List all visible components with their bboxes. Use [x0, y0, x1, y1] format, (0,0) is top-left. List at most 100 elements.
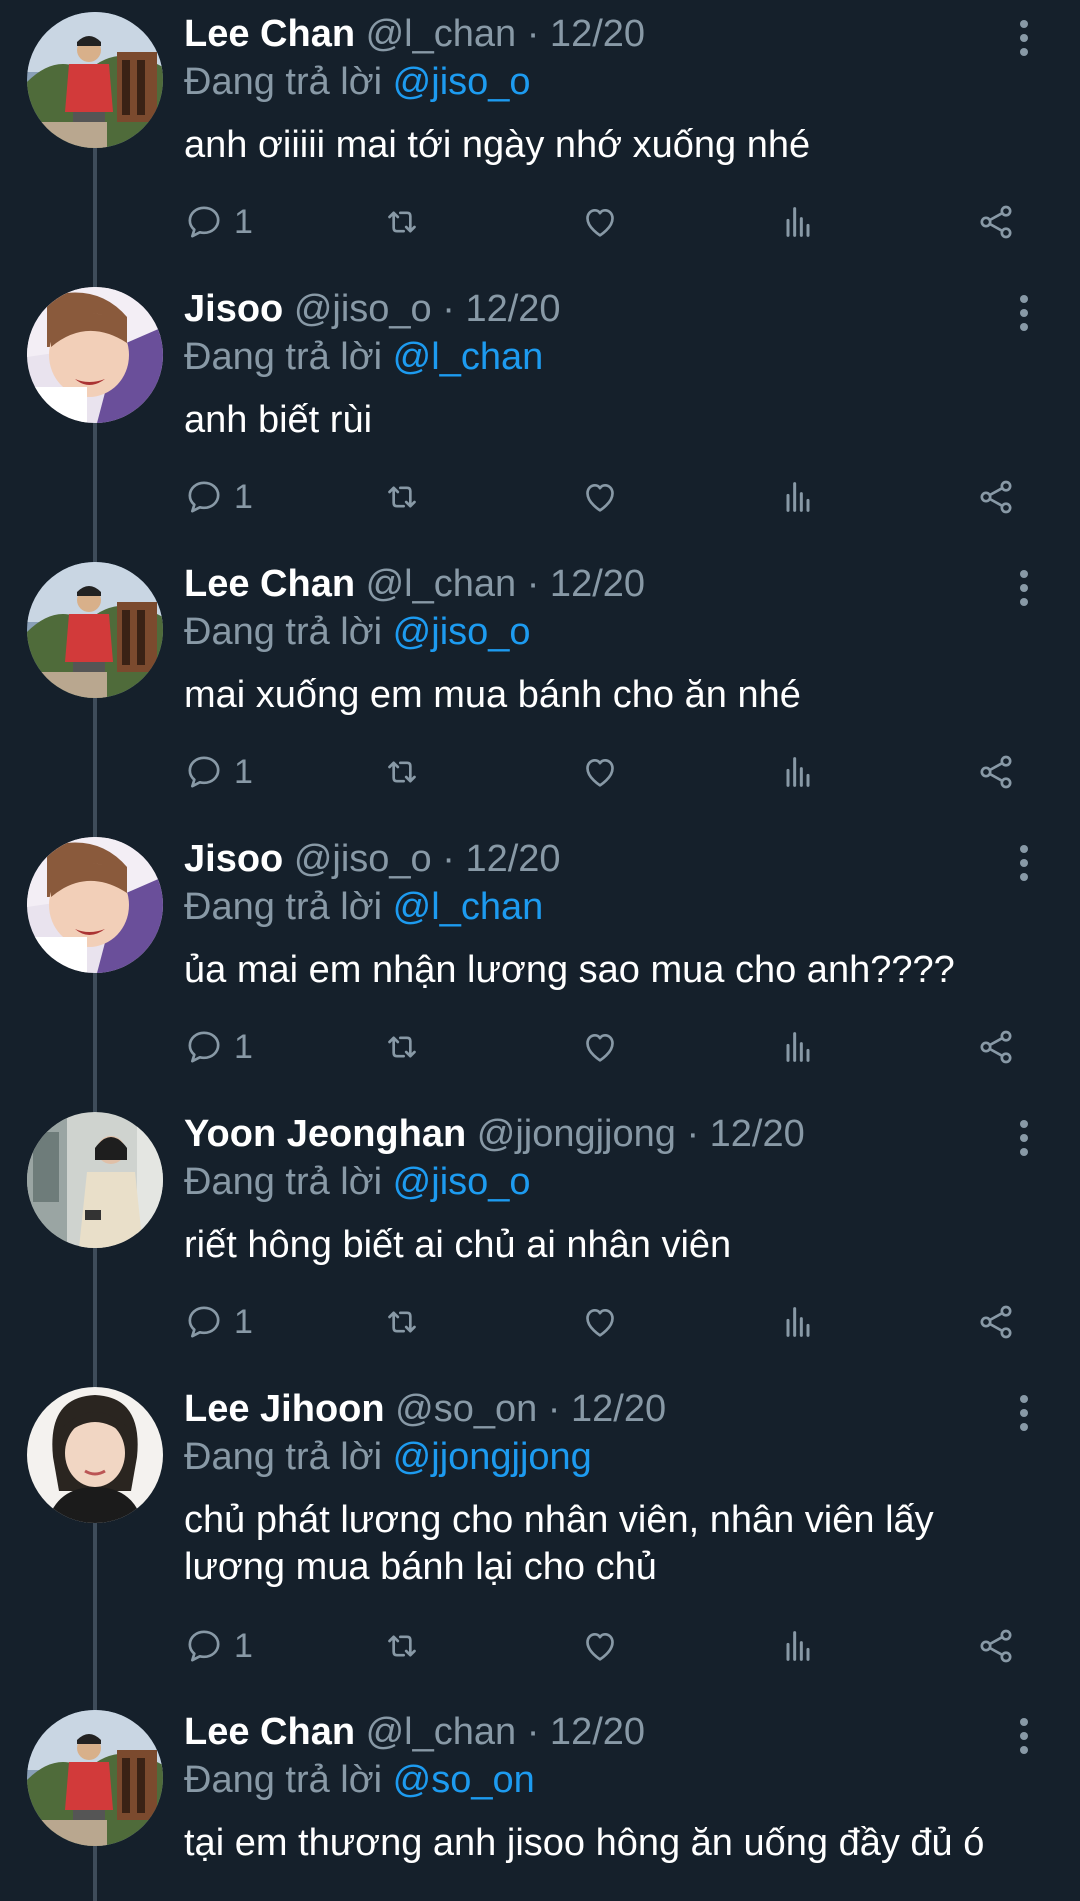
analytics-button[interactable] — [778, 473, 818, 521]
analytics-icon — [778, 477, 818, 517]
reply-prefix: Đang trả lời — [184, 1759, 383, 1801]
retweet-button[interactable] — [382, 198, 422, 246]
retweet-button[interactable] — [382, 1023, 422, 1071]
analytics-button[interactable] — [778, 1622, 818, 1670]
like-button[interactable] — [580, 1298, 620, 1346]
share-button[interactable] — [976, 1622, 1016, 1670]
display-name[interactable]: Jisoo — [184, 288, 283, 330]
analytics-icon — [778, 752, 818, 792]
reply-icon — [184, 1027, 224, 1067]
display-name[interactable]: Lee Jihoon — [184, 1388, 385, 1430]
avatar[interactable] — [27, 562, 163, 698]
heart-icon — [580, 1302, 620, 1342]
retweet-icon — [382, 202, 422, 242]
reply-mention-link[interactable]: @jiso_o — [393, 61, 531, 103]
more-options-icon[interactable] — [1010, 18, 1038, 58]
display-name[interactable]: Jisoo — [184, 838, 283, 880]
share-icon — [976, 1626, 1016, 1666]
reply-button[interactable]: 1 — [184, 198, 253, 246]
avatar[interactable] — [27, 1387, 163, 1523]
like-button[interactable] — [580, 748, 620, 796]
analytics-icon — [778, 202, 818, 242]
heart-icon — [580, 202, 620, 242]
reply-mention-link[interactable]: @jiso_o — [393, 1161, 531, 1203]
analytics-button[interactable] — [778, 748, 818, 796]
reply-count: 1 — [234, 1302, 253, 1341]
reply-mention-link[interactable]: @l_chan — [393, 886, 544, 928]
display-name[interactable]: Lee Chan — [184, 13, 355, 55]
heart-icon — [580, 477, 620, 517]
tweet-actions: 1 — [184, 1298, 1024, 1346]
retweet-button[interactable] — [382, 473, 422, 521]
share-button[interactable] — [976, 1023, 1016, 1071]
avatar[interactable] — [27, 287, 163, 423]
reply-icon — [184, 752, 224, 792]
tweet-actions: 1 — [184, 473, 1024, 521]
analytics-button[interactable] — [778, 198, 818, 246]
avatar[interactable] — [27, 12, 163, 148]
tweet-actions: 1 — [184, 1622, 1024, 1670]
more-options-icon[interactable] — [1010, 1393, 1038, 1433]
like-button[interactable] — [580, 473, 620, 521]
reply-prefix: Đang trả lời — [184, 61, 383, 103]
reply-count: 1 — [234, 1626, 253, 1665]
share-button[interactable] — [976, 473, 1016, 521]
retweet-icon — [382, 477, 422, 517]
analytics-button[interactable] — [778, 1023, 818, 1071]
heart-icon — [580, 752, 620, 792]
reply-button[interactable]: 1 — [184, 1298, 253, 1346]
avatar[interactable] — [27, 1112, 163, 1248]
more-options-icon[interactable] — [1010, 568, 1038, 608]
tweet-actions: 1 — [184, 1023, 1024, 1071]
retweet-icon — [382, 1302, 422, 1342]
share-button[interactable] — [976, 1298, 1016, 1346]
display-name[interactable]: Yoon Jeonghan — [184, 1113, 466, 1155]
more-options-icon[interactable] — [1010, 1118, 1038, 1158]
tweet-text: anh ơiiiii mai tới ngày nhớ xuống nhé — [184, 124, 811, 166]
handle-and-date: @so_on · 12/20 — [395, 1388, 667, 1430]
tweet-text: anh biết rùi — [184, 399, 373, 441]
reply-button[interactable]: 1 — [184, 1622, 253, 1670]
like-button[interactable] — [580, 1622, 620, 1670]
share-button[interactable] — [976, 198, 1016, 246]
retweet-button[interactable] — [382, 1622, 422, 1670]
tweet-actions: 1 — [184, 748, 1024, 796]
analytics-icon — [778, 1626, 818, 1666]
analytics-icon — [778, 1027, 818, 1067]
more-options-icon[interactable] — [1010, 1716, 1038, 1756]
share-icon — [976, 752, 1016, 792]
heart-icon — [580, 1626, 620, 1666]
handle-and-date: @l_chan · 12/20 — [365, 563, 646, 605]
retweet-icon — [382, 1027, 422, 1067]
share-button[interactable] — [976, 748, 1016, 796]
reply-prefix: Đang trả lời — [184, 611, 383, 653]
reply-count: 1 — [234, 202, 253, 241]
analytics-button[interactable] — [778, 1298, 818, 1346]
reply-button[interactable]: 1 — [184, 473, 253, 521]
reply-mention-link[interactable]: @jjongjjong — [393, 1436, 592, 1478]
retweet-icon — [382, 752, 422, 792]
tweet-text: tại em thương anh jisoo hông ăn uống đầy… — [184, 1822, 985, 1864]
reply-prefix: Đang trả lời — [184, 886, 383, 928]
reply-button[interactable]: 1 — [184, 1023, 253, 1071]
reply-mention-link[interactable]: @so_on — [393, 1759, 535, 1801]
display-name[interactable]: Lee Chan — [184, 563, 355, 605]
heart-icon — [580, 1027, 620, 1067]
more-options-icon[interactable] — [1010, 293, 1038, 333]
tweet-actions: 1 — [184, 198, 1024, 246]
reply-mention-link[interactable]: @jiso_o — [393, 611, 531, 653]
reply-icon — [184, 1302, 224, 1342]
display-name[interactable]: Lee Chan — [184, 1711, 355, 1753]
more-options-icon[interactable] — [1010, 843, 1038, 883]
avatar[interactable] — [27, 1710, 163, 1846]
retweet-button[interactable] — [382, 1298, 422, 1346]
retweet-button[interactable] — [382, 748, 422, 796]
share-icon — [976, 202, 1016, 242]
handle-and-date: @jiso_o · 12/20 — [293, 288, 561, 330]
like-button[interactable] — [580, 1023, 620, 1071]
reply-button[interactable]: 1 — [184, 748, 253, 796]
like-button[interactable] — [580, 198, 620, 246]
reply-mention-link[interactable]: @l_chan — [393, 336, 544, 378]
handle-and-date: @l_chan · 12/20 — [365, 13, 646, 55]
avatar[interactable] — [27, 837, 163, 973]
